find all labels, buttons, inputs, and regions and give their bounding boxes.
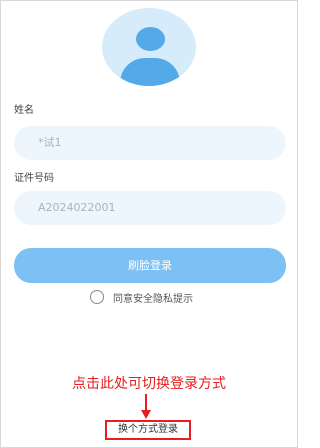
arrow-down-icon [141, 394, 151, 419]
privacy-agreement[interactable]: 同意安全隐私提示 [90, 289, 193, 305]
agree-label: 同意安全隐私提示 [113, 293, 193, 305]
id-number-label: 证件号码 [14, 173, 54, 184]
face-login-button[interactable]: 刷脸登录 [14, 248, 286, 283]
switch-login-method-link[interactable]: 换个方式登录 [105, 420, 191, 440]
agree-radio-button[interactable] [90, 290, 104, 304]
id-number-field[interactable]: A2024022001 [14, 191, 286, 225]
user-avatar-icon [102, 8, 196, 86]
name-field[interactable]: *试1 [14, 126, 286, 160]
switch-hint-text: 点击此处可切换登录方式 [72, 376, 226, 392]
avatar-head [136, 27, 165, 51]
avatar-body [120, 58, 180, 86]
name-label: 姓名 [14, 105, 34, 116]
